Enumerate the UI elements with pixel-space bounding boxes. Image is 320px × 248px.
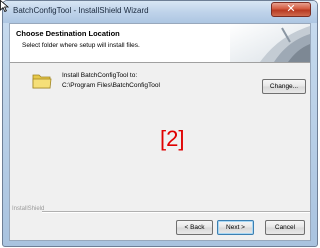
- next-button-label: Next >: [226, 224, 245, 231]
- install-location-label: Install BatchConfigTool to:: [62, 72, 138, 79]
- change-button[interactable]: Change...: [262, 79, 306, 94]
- title-bar[interactable]: BatchConfigTool - InstallShield Wizard ✕: [3, 1, 317, 23]
- installshield-brand-label: InstallShield: [12, 206, 45, 212]
- wizard-header: Choose Destination Location Select folde…: [10, 24, 310, 63]
- cancel-button[interactable]: Cancel: [265, 220, 305, 235]
- window-title: BatchConfigTool - InstallShield Wizard: [13, 6, 149, 15]
- cancel-button-label: Cancel: [274, 224, 296, 231]
- mouse-cursor-icon: [0, 0, 10, 12]
- page-title: Choose Destination Location: [16, 29, 120, 38]
- change-button-label: Change...: [269, 83, 299, 90]
- back-button[interactable]: < Back: [176, 220, 213, 235]
- close-button[interactable]: ✕: [271, 2, 311, 17]
- close-icon: ✕: [286, 2, 296, 15]
- page-subtitle: Select folder where setup will install f…: [22, 42, 140, 49]
- step-annotation: [2]: [160, 126, 185, 151]
- installshield-banner-graphic: [230, 24, 310, 62]
- back-button-label: < Back: [184, 224, 205, 231]
- installer-window: BatchConfigTool - InstallShield Wizard ✕…: [2, 0, 318, 247]
- folder-icon: [32, 74, 52, 89]
- install-path-text: C:\Program Files\BatchConfigTool: [62, 82, 160, 89]
- next-button[interactable]: Next >: [217, 220, 254, 235]
- wizard-panel: Choose Destination Location Select folde…: [9, 23, 311, 241]
- footer-divider: [42, 211, 310, 213]
